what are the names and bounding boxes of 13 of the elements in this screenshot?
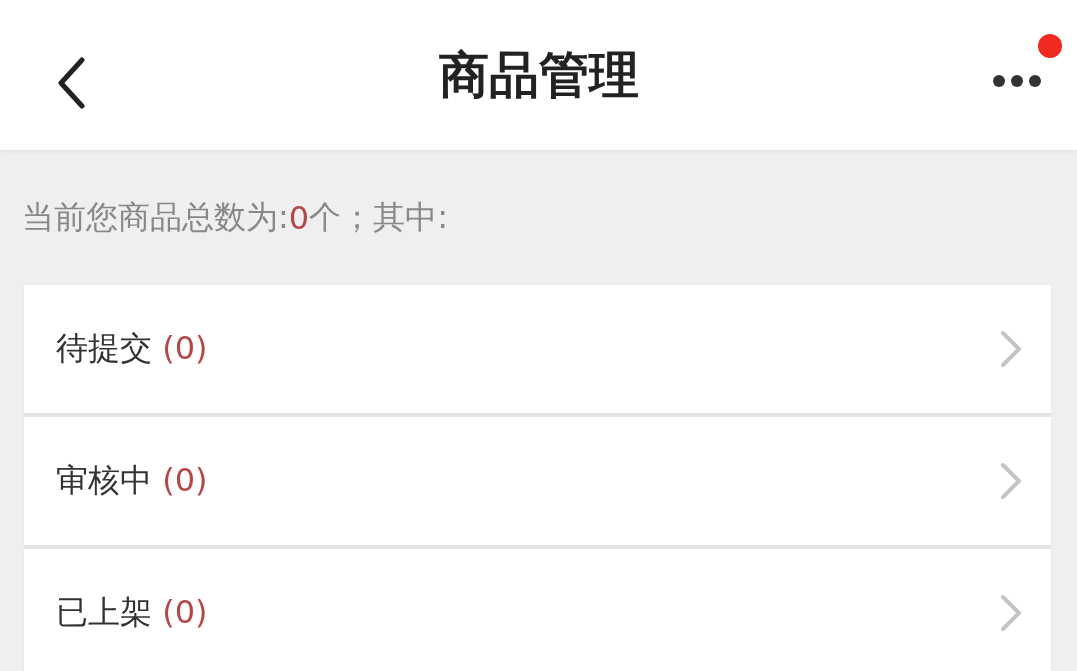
more-button[interactable] — [992, 74, 1042, 88]
item-label: 已上架 (0) — [56, 592, 208, 633]
chevron-icon — [999, 329, 1023, 369]
chevron-icon — [999, 461, 1023, 501]
back-icon[interactable] — [56, 57, 86, 109]
list-item[interactable]: 已上架 (0) — [24, 549, 1051, 671]
chevron-icon — [999, 593, 1023, 633]
item-label: 审核中 (0) — [56, 460, 208, 501]
item-label: 待提交 (0) — [56, 328, 208, 369]
list-item[interactable]: 待提交 (0) — [24, 285, 1051, 413]
summary-text: 当前您商品总数为:0个；其中: — [21, 196, 449, 239]
page-title: 商品管理 — [438, 44, 639, 106]
list-item[interactable]: 审核中 (0) — [24, 417, 1051, 545]
